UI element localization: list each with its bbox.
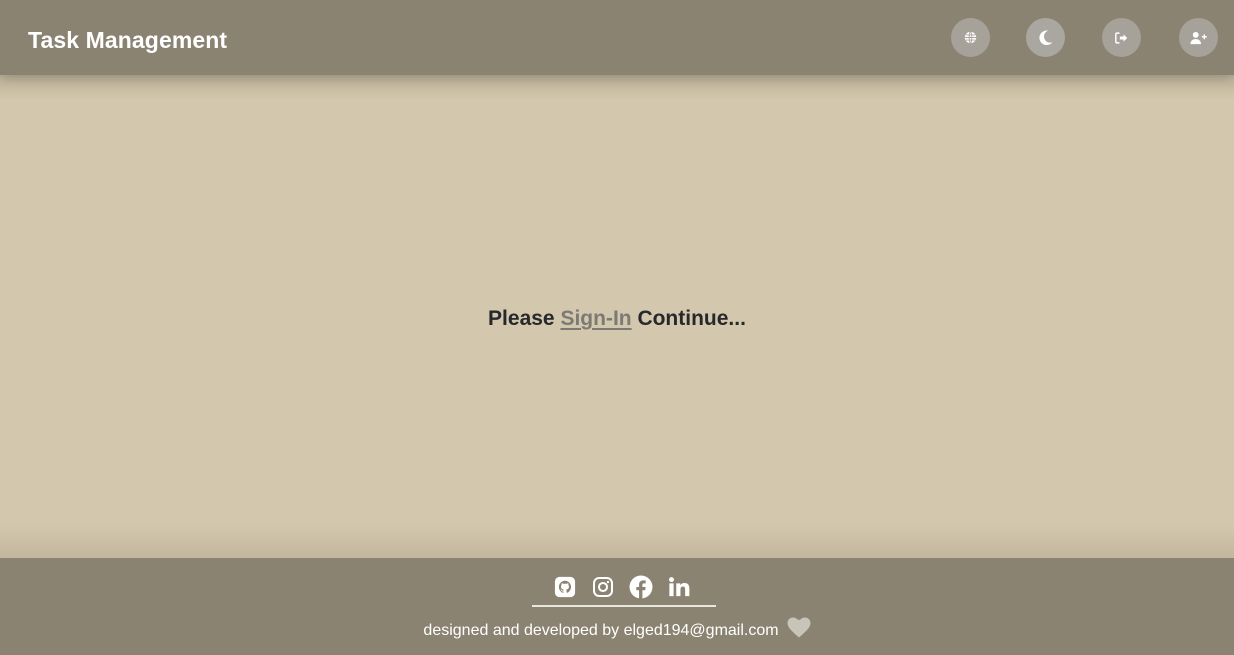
globe-icon bbox=[964, 31, 977, 44]
signin-link[interactable]: Sign-In bbox=[560, 307, 631, 330]
facebook-link[interactable] bbox=[629, 575, 653, 599]
logout-button[interactable] bbox=[1102, 18, 1141, 57]
github-link[interactable] bbox=[553, 575, 577, 599]
prompt-text-before: Please bbox=[488, 307, 561, 330]
main-content: Please Sign-In Continue... bbox=[0, 75, 1234, 558]
user-plus-icon bbox=[1189, 31, 1207, 44]
app-title[interactable]: Task Management bbox=[28, 26, 227, 54]
github-icon bbox=[554, 576, 576, 598]
heart-icon bbox=[787, 617, 811, 644]
prompt-text-after: Continue... bbox=[631, 307, 746, 330]
theme-toggle-button[interactable] bbox=[1026, 18, 1065, 57]
linkedin-link[interactable] bbox=[667, 575, 691, 599]
sign-out-icon bbox=[1115, 31, 1128, 44]
app-root: Task Management Please Sign-In Continue.… bbox=[0, 0, 1234, 655]
facebook-icon bbox=[629, 575, 653, 599]
signin-prompt: Please Sign-In Continue... bbox=[0, 306, 1234, 332]
footer-divider bbox=[532, 605, 716, 607]
credit-text: designed and developed by elged194@gmail… bbox=[423, 622, 779, 639]
social-links bbox=[553, 575, 691, 599]
footer-credit: designed and developed by elged194@gmail… bbox=[0, 617, 1234, 644]
instagram-link[interactable] bbox=[591, 575, 615, 599]
instagram-icon bbox=[593, 577, 613, 597]
language-button[interactable] bbox=[951, 18, 990, 57]
add-user-button[interactable] bbox=[1179, 18, 1218, 57]
top-navbar: Task Management bbox=[0, 0, 1234, 75]
moon-icon bbox=[1039, 30, 1053, 46]
linkedin-icon bbox=[669, 577, 690, 597]
